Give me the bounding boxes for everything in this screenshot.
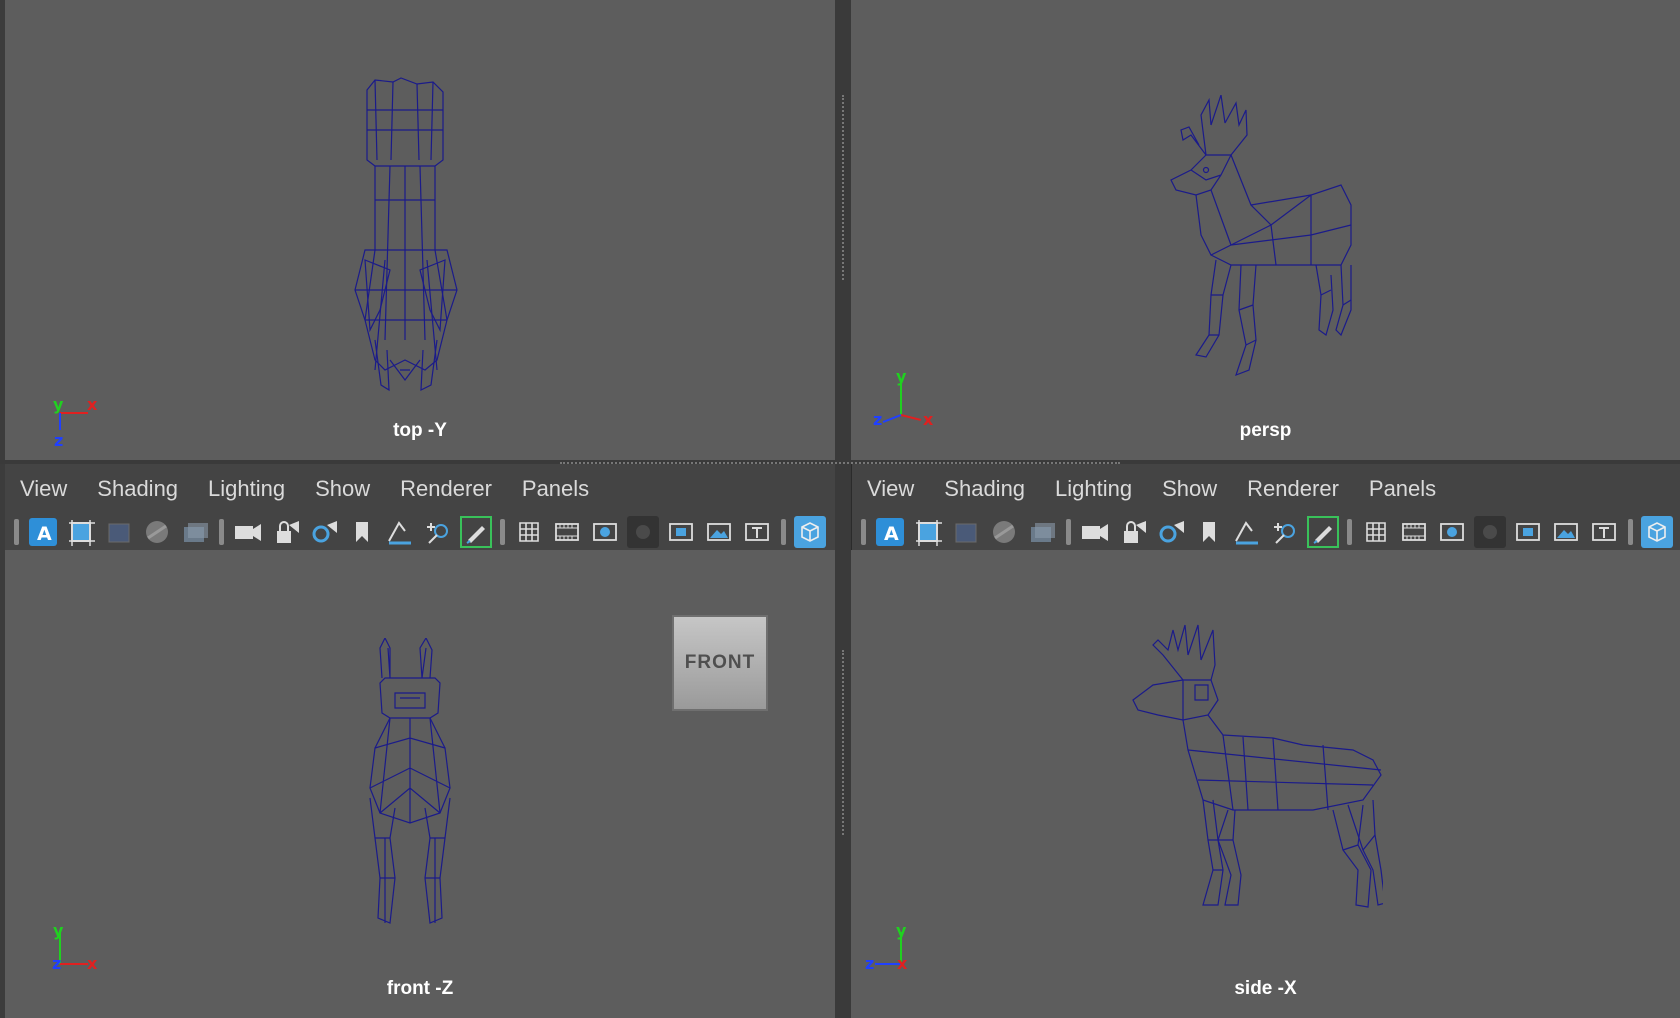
view-cube-icon[interactable]: [1641, 516, 1673, 548]
view-cube[interactable]: FRONT: [672, 615, 768, 711]
resolution-gate-icon[interactable]: [589, 516, 621, 548]
grid-icon[interactable]: [1360, 516, 1392, 548]
panel-toolbar-side: View Shading Lighting Show Renderer Pane…: [851, 464, 1680, 550]
camera-settings-icon[interactable]: [308, 516, 340, 548]
splitter-handle-top[interactable]: [842, 95, 844, 280]
safe-title-icon[interactable]: [741, 516, 773, 548]
menu-show[interactable]: Show: [315, 476, 370, 502]
deer-wireframe-front: [369, 638, 451, 924]
axis-x-label: x: [897, 954, 908, 973]
camera-attributes-icon[interactable]: [912, 516, 944, 548]
resolution-gate-icon[interactable]: [1436, 516, 1468, 548]
viewport-side[interactable]: y z x side -X: [851, 550, 1680, 1018]
viewport-front[interactable]: FRONT y x z front -Z: [5, 550, 835, 1018]
2d-pan-zoom-icon[interactable]: [1231, 516, 1263, 548]
svg-text:A: A: [884, 523, 899, 545]
camera-label-top: top -Y: [393, 420, 447, 441]
menu-panels[interactable]: Panels: [522, 476, 589, 502]
menu-show[interactable]: Show: [1162, 476, 1217, 502]
menu-panels[interactable]: Panels: [1369, 476, 1436, 502]
view-cube-icon[interactable]: [794, 516, 826, 548]
select-camera-icon[interactable]: A: [27, 516, 59, 548]
gate-mask-icon[interactable]: [627, 516, 659, 548]
menu-renderer[interactable]: Renderer: [400, 476, 492, 502]
image-plane-icon[interactable]: [141, 516, 173, 548]
camera-label-persp: persp: [1239, 420, 1292, 441]
camera-icon[interactable]: [232, 516, 264, 548]
svg-text:A: A: [37, 523, 52, 545]
menu-shading[interactable]: Shading: [944, 476, 1025, 502]
axis-y-label: y: [53, 395, 64, 414]
2d-panels-icon[interactable]: [1026, 516, 1058, 548]
safe-action-icon[interactable]: [1550, 516, 1582, 548]
image-plane-icon[interactable]: [988, 516, 1020, 548]
field-chart-icon[interactable]: [665, 516, 697, 548]
grease-pencil-icon[interactable]: [460, 516, 492, 548]
select-camera-icon[interactable]: A: [874, 516, 906, 548]
deer-wireframe-persp: [1170, 95, 1352, 377]
panel-icon-toolbar: A: [5, 514, 835, 550]
grid-icon[interactable]: [513, 516, 545, 548]
menu-lighting[interactable]: Lighting: [208, 476, 285, 502]
panel-menu-bar: View Shading Lighting Show Renderer Pane…: [852, 464, 1680, 514]
axis-x-label: x: [87, 395, 98, 414]
grease-pencil-icon[interactable]: [1307, 516, 1339, 548]
field-chart-icon[interactable]: [1512, 516, 1544, 548]
2d-pan-zoom-icon[interactable]: [384, 516, 416, 548]
bookmark-icon[interactable]: [103, 516, 135, 548]
pan-zoom-icon[interactable]: [1269, 516, 1301, 548]
2d-panels-icon[interactable]: [179, 516, 211, 548]
gate-mask-icon[interactable]: [1474, 516, 1506, 548]
camera-attributes-icon[interactable]: [65, 516, 97, 548]
menu-renderer[interactable]: Renderer: [1247, 476, 1339, 502]
axis-z-label: z: [52, 954, 61, 973]
axis-x-label: x: [87, 954, 98, 973]
viewport-persp[interactable]: y x z persp: [851, 0, 1680, 460]
splitter-handle-bottom[interactable]: [842, 650, 844, 835]
menu-view[interactable]: View: [20, 476, 67, 502]
camera-settings-icon[interactable]: [1155, 516, 1187, 548]
film-gate-icon[interactable]: [551, 516, 583, 548]
panel-icon-toolbar: A: [852, 514, 1680, 550]
safe-action-icon[interactable]: [703, 516, 735, 548]
viewport-top[interactable]: y x z top -Y: [5, 0, 835, 460]
deer-wireframe-side: [1132, 624, 1383, 908]
camera-icon[interactable]: [1079, 516, 1111, 548]
axis-gizmo-front: y x z: [52, 921, 98, 973]
bookmark-flag-icon[interactable]: [1193, 516, 1225, 548]
film-gate-icon[interactable]: [1398, 516, 1430, 548]
panel-menu-bar: View Shading Lighting Show Renderer Pane…: [5, 464, 835, 514]
menu-shading[interactable]: Shading: [97, 476, 178, 502]
axis-y-label: y: [896, 921, 907, 940]
axis-y-label: y: [53, 921, 64, 940]
lock-camera-icon[interactable]: [1117, 516, 1149, 548]
camera-label-front: front -Z: [386, 978, 454, 999]
axis-y-label: y: [896, 367, 907, 386]
bookmark-flag-icon[interactable]: [346, 516, 378, 548]
menu-lighting[interactable]: Lighting: [1055, 476, 1132, 502]
safe-title-icon[interactable]: [1588, 516, 1620, 548]
panel-toolbar-front: View Shading Lighting Show Renderer Pane…: [5, 464, 835, 550]
axis-z-label: z: [865, 954, 874, 973]
menu-view[interactable]: View: [867, 476, 914, 502]
bookmark-icon[interactable]: [950, 516, 982, 548]
deer-wireframe-top: [354, 77, 458, 392]
camera-label-side: side -X: [1234, 978, 1297, 999]
pan-zoom-icon[interactable]: [422, 516, 454, 548]
lock-camera-icon[interactable]: [270, 516, 302, 548]
axis-gizmo-side: y z x: [865, 921, 908, 973]
